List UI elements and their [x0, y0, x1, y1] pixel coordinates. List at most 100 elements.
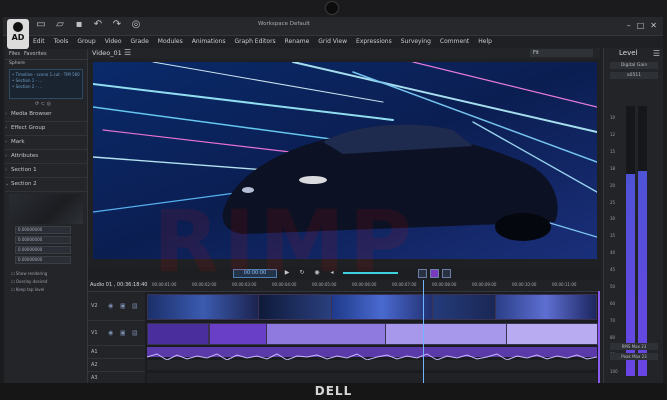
checkbox-show-rendering[interactable]: ☐ Show rendering: [11, 271, 87, 277]
menu-surveying[interactable]: Surveying: [401, 36, 431, 48]
track-header-a2[interactable]: A2: [88, 359, 145, 372]
undo-icon[interactable]: ↶: [93, 20, 103, 30]
ruler-label: 00:00:11:00: [552, 282, 577, 287]
menu-help[interactable]: Help: [478, 36, 492, 48]
ruler-label: 00:00:10:00: [512, 282, 537, 287]
checkbox-label: Keep top level: [15, 287, 45, 292]
lock-icon[interactable]: ▣: [120, 303, 126, 310]
menu-grade[interactable]: Grade: [131, 36, 149, 48]
menu-edit[interactable]: Edit: [33, 36, 45, 48]
new-file-icon[interactable]: ▭: [36, 20, 46, 30]
webcam: [325, 1, 339, 15]
maximize-icon[interactable]: □: [637, 21, 645, 30]
menu-expressions[interactable]: Expressions: [356, 36, 392, 48]
tree-tools: ⟳ ⊂ ◎: [5, 101, 87, 108]
scale-tick: 100: [610, 368, 618, 374]
track-name: V1: [91, 330, 98, 336]
mute-icon[interactable]: ▤: [132, 303, 138, 310]
audio-clip[interactable]: [146, 347, 598, 361]
menu-video[interactable]: Video: [105, 36, 122, 48]
settings-icon[interactable]: ◎: [131, 20, 141, 30]
zoom-fit-select[interactable]: Fit: [530, 49, 593, 57]
video-clip[interactable]: [495, 294, 597, 320]
brand-logo: DELL: [314, 384, 353, 398]
playhead[interactable]: [423, 280, 424, 383]
link-icon[interactable]: ⊂: [41, 101, 45, 107]
video-clip[interactable]: [506, 323, 598, 345]
menu-rename[interactable]: Rename: [285, 36, 310, 48]
save-icon[interactable]: ▪: [74, 20, 84, 30]
marker-out-icon[interactable]: [442, 269, 451, 278]
scale-tick: 18: [610, 165, 616, 171]
menu-comment[interactable]: Comment: [440, 36, 469, 48]
eye-icon[interactable]: ◉: [108, 303, 113, 310]
checkbox-overlay[interactable]: ☐ Overlay desired: [11, 279, 87, 285]
param-field[interactable]: 0.00000000: [15, 226, 71, 234]
checkbox-label: Show rendering: [15, 271, 48, 276]
folder-icon[interactable]: ▱: [55, 20, 65, 30]
video-clip[interactable]: [331, 294, 433, 320]
peak-max-label: Peak Max 23: [610, 353, 658, 360]
tab-favorites[interactable]: Favorites: [24, 51, 47, 57]
level-meter-panel: Level ☰ Digital Gain a0511 10 12 15 18 2…: [603, 48, 663, 383]
track-name: A2: [91, 362, 98, 368]
ruler-label: 00:00:09:00: [472, 282, 497, 287]
track-header-v2[interactable]: V2 ◉ ▣ ▤: [88, 292, 145, 321]
marker-in-icon[interactable]: [418, 269, 427, 278]
section-attributes[interactable]: › Attributes: [5, 150, 87, 164]
menu-group[interactable]: Group: [77, 36, 95, 48]
timeline-scrollbar[interactable]: [598, 291, 600, 383]
checkbox-keep-top[interactable]: ☐ Keep top level: [11, 287, 87, 293]
rms-max-label: RMS Max 23: [610, 343, 658, 350]
refresh-icon[interactable]: ⟳: [35, 101, 39, 107]
ruler-label: 00:00:08:00: [432, 282, 457, 287]
title-bar: ▭ ▱ ▪ ↶ ↷ ◎ Workspace Default – □ ✕: [3, 17, 663, 36]
tab-files[interactable]: Files: [9, 51, 20, 57]
menu-graph-editors[interactable]: Graph Editors: [234, 36, 275, 48]
hamburger-menu-icon[interactable]: ☰: [653, 49, 660, 58]
lock-icon[interactable]: ▣: [120, 330, 126, 337]
video-clip[interactable]: [258, 294, 332, 320]
gear-icon[interactable]: ◎: [47, 101, 51, 107]
minimize-icon[interactable]: –: [627, 21, 631, 30]
redo-icon[interactable]: ↷: [112, 20, 122, 30]
window-title: Workspace Default: [258, 21, 310, 27]
track-header-a1[interactable]: A1: [88, 346, 145, 359]
audio-track-empty[interactable]: [147, 373, 597, 383]
video-clip[interactable]: [385, 323, 507, 345]
scale-tick: 10: [610, 115, 616, 120]
scale-tick: 25: [610, 199, 616, 205]
project-tree[interactable]: • Timeline - scene 1.cut - TIM 560 • Sec…: [9, 69, 83, 99]
chevron-right-icon: ›: [5, 111, 7, 117]
section-mark[interactable]: › Mark: [5, 136, 87, 150]
tree-line[interactable]: • Section 2 - ...: [12, 84, 80, 90]
section-label: Attributes: [11, 153, 39, 159]
video-clip[interactable]: [432, 294, 496, 320]
param-field[interactable]: 0.00000000: [15, 246, 71, 254]
video-clip[interactable]: [147, 294, 259, 320]
param-field[interactable]: 0.00000000: [15, 236, 71, 244]
menu-grid-view[interactable]: Grid View: [318, 36, 347, 48]
menu-animations[interactable]: Animations: [192, 36, 226, 48]
section-effect-group[interactable]: › Effect Group: [5, 122, 87, 136]
close-icon[interactable]: ✕: [650, 21, 657, 30]
hamburger-menu-icon[interactable]: ☰: [124, 48, 131, 57]
section-media-browser[interactable]: › Media Browser: [5, 108, 87, 122]
section-2[interactable]: ⌄ Section 2: [5, 178, 87, 192]
track-header-v1[interactable]: V1 ◉ ▣ ▤: [88, 321, 145, 346]
scale-tick: 35: [610, 233, 616, 239]
mute-icon[interactable]: ▤: [132, 330, 138, 337]
section-1[interactable]: › Section 1: [5, 164, 87, 178]
eye-icon[interactable]: ◉: [108, 330, 113, 337]
video-clip[interactable]: [147, 323, 209, 345]
marker-color-icon[interactable]: [430, 269, 439, 278]
track-header-a3[interactable]: A3: [88, 372, 145, 383]
chevron-right-icon: ›: [5, 125, 7, 131]
viewer-header: Video_01 ☰ Fit: [88, 48, 600, 59]
video-clip[interactable]: [209, 323, 267, 345]
menu-tools[interactable]: Tools: [54, 36, 69, 48]
video-clip[interactable]: [266, 323, 386, 345]
menu-modules[interactable]: Modules: [158, 36, 183, 48]
param-field[interactable]: 0.00000000: [15, 256, 71, 264]
audio-track-empty[interactable]: [147, 360, 597, 370]
